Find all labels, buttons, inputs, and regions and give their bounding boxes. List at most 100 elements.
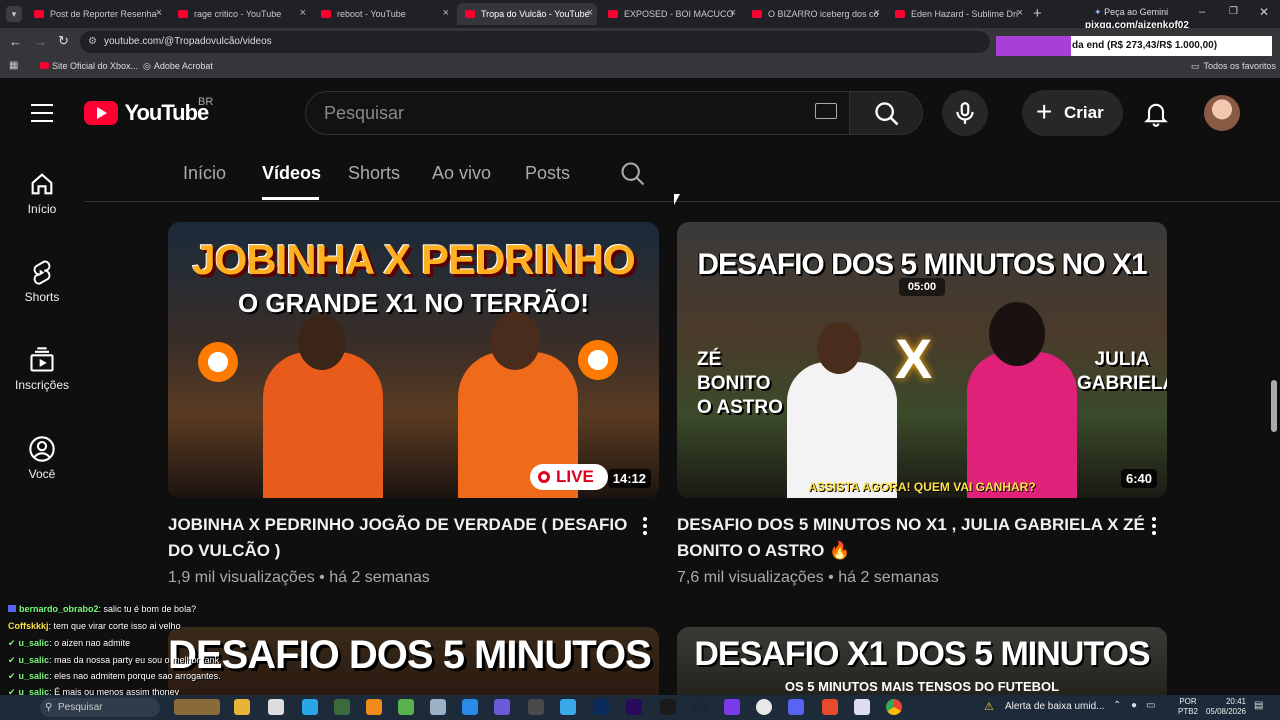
player-right-head xyxy=(490,312,540,370)
weather-alert-text[interactable]: Alerta de baixa umid... xyxy=(1005,701,1105,712)
forward-icon[interactable]: → xyxy=(34,34,47,49)
chat-check-icon: ✔ xyxy=(8,671,16,681)
sidenav-item-you[interactable]: Você xyxy=(0,435,84,481)
premiere-icon[interactable] xyxy=(626,699,642,715)
search-button[interactable] xyxy=(849,91,923,135)
app-icon[interactable] xyxy=(724,699,740,715)
minimize-icon[interactable]: – xyxy=(1199,6,1205,18)
tab-close-icon[interactable]: × xyxy=(300,7,306,19)
tab-posts[interactable]: Posts xyxy=(525,163,570,184)
notification-center-icon[interactable]: ▤ xyxy=(1254,700,1263,711)
clock[interactable]: 20:41 05/08/2026 xyxy=(1200,697,1246,717)
widget-icon[interactable] xyxy=(174,699,220,715)
app-icon[interactable] xyxy=(660,699,676,715)
all-bookmarks[interactable]: ▭ Todos os favoritos xyxy=(1191,61,1276,72)
video-title[interactable]: DESAFIO DOS 5 MINUTOS NO X1 , JULIA GABR… xyxy=(677,512,1147,564)
app-icon[interactable] xyxy=(494,699,510,715)
tray-chevron-icon[interactable]: ⌃ xyxy=(1113,700,1121,711)
browser-tab[interactable]: reboot - YouTube × xyxy=(313,3,453,25)
app-icon[interactable] xyxy=(334,699,350,715)
bookmark-acrobat[interactable]: ◎ Adobe Acrobat xyxy=(143,61,213,72)
app-icon[interactable] xyxy=(302,699,318,715)
browser-tab[interactable]: O BIZARRO iceberg dos co × xyxy=(744,3,884,25)
tab-close-icon[interactable]: × xyxy=(156,7,162,19)
page-scrollbar[interactable] xyxy=(1271,380,1277,432)
apps-icon[interactable]: ▦ xyxy=(9,60,18,71)
browser-tab-active[interactable]: Tropa do Vulcão - YouTube × xyxy=(457,3,597,25)
site-info-icon[interactable]: ⚙ xyxy=(88,31,97,53)
keyboard-layout: PTB2 xyxy=(1178,707,1199,716)
tab-shorts[interactable]: Shorts xyxy=(348,163,400,184)
video-thumbnail[interactable]: DESAFIO X1 DOS 5 MINUTOS OS 5 MINUTOS MA… xyxy=(677,627,1167,695)
photoshop-icon[interactable] xyxy=(593,699,609,715)
app-icon[interactable] xyxy=(528,699,544,715)
donation-goal-text: da end (R$ 273,43/R$ 1.000,00) xyxy=(1072,40,1218,51)
tab-videos[interactable]: Vídeos xyxy=(262,163,321,184)
globe-icon: ◎ xyxy=(143,61,151,71)
chat-username: u_salic xyxy=(18,671,50,681)
bookmark-xbox[interactable]: Site Oficial do Xbox... xyxy=(40,61,138,71)
video-thumbnail[interactable]: DESAFIO DOS 5 MINUTOS NO X1 05:00 ZÉ BON… xyxy=(677,222,1167,498)
tab-live[interactable]: Ao vivo xyxy=(432,163,491,184)
subscriptions-icon xyxy=(30,347,54,372)
browser-tab[interactable]: Eden Hazard - Sublime Dri × xyxy=(887,3,1027,25)
app-icon[interactable] xyxy=(430,699,446,715)
app-icon[interactable] xyxy=(756,699,772,715)
chrome-icon[interactable] xyxy=(886,699,902,715)
reload-icon[interactable]: ↻ xyxy=(58,33,69,49)
app-icon[interactable] xyxy=(822,699,838,715)
app-icon[interactable] xyxy=(560,699,576,715)
youtube-logo[interactable]: YouTube xyxy=(84,101,209,125)
tab-close-icon[interactable]: × xyxy=(730,7,736,19)
app-icon[interactable] xyxy=(366,699,382,715)
tab-label: Tropa do Vulcão - YouTube xyxy=(481,9,590,19)
browser-tab[interactable]: EXPOSED - BOI MACUCO × xyxy=(600,3,740,25)
thumbnail-left-name: ZÉ BONITO O ASTRO xyxy=(697,349,783,418)
video-thumbnail[interactable]: JOBINHA X PEDRINHO O GRANDE X1 NO TERRÃO… xyxy=(168,222,659,498)
browser-tab[interactable]: Post de Reporter Resenha × xyxy=(26,3,166,25)
app-icon[interactable] xyxy=(398,699,414,715)
channel-search-icon[interactable] xyxy=(619,160,647,188)
discord-icon[interactable] xyxy=(788,699,804,715)
player-right-figure xyxy=(967,352,1077,498)
search-input[interactable]: Pesquisar xyxy=(305,91,850,135)
app-icon[interactable] xyxy=(268,699,284,715)
sidenav-item-shorts[interactable]: Shorts xyxy=(0,258,84,304)
file-explorer-icon[interactable] xyxy=(234,699,250,715)
tab-close-icon[interactable]: × xyxy=(443,7,449,19)
back-icon[interactable]: ← xyxy=(9,34,22,49)
taskbar-search[interactable]: ⚲ Pesquisar xyxy=(40,698,160,717)
tray-microphone-icon[interactable]: ● xyxy=(1131,700,1137,711)
gemini-button[interactable]: ✦ Peça ao Gemini xyxy=(1094,7,1168,18)
tab-close-icon[interactable]: × xyxy=(1017,7,1023,19)
url-field[interactable]: ⚙ youtube.com/@Tropadovulcão/videos xyxy=(80,31,990,53)
notifications-bell-icon[interactable] xyxy=(1142,99,1170,127)
app-icon[interactable] xyxy=(462,699,478,715)
voice-search-button[interactable] xyxy=(942,90,988,136)
video-more-icon[interactable] xyxy=(643,516,649,536)
tab-search-button[interactable]: ▾ xyxy=(6,6,22,22)
chat-text: : mas da nossa party eu sou o melhor tan… xyxy=(49,655,220,665)
create-button[interactable]: + Criar xyxy=(1022,90,1123,136)
tab-close-icon[interactable]: × xyxy=(874,7,880,19)
close-window-icon[interactable]: ✕ xyxy=(1259,5,1269,19)
browser-tab[interactable]: rage critico - YouTube × xyxy=(170,3,310,25)
sidenav-item-home[interactable]: Início xyxy=(0,170,84,216)
new-tab-icon[interactable]: + xyxy=(1033,5,1042,22)
avatar[interactable] xyxy=(1204,95,1240,131)
chat-message: ✔ u_salic: mas da nossa party eu sou o me… xyxy=(8,655,219,666)
video-thumbnail[interactable]: DESAFIO DOS 5 MINUTOS NO X1! xyxy=(168,627,659,695)
sidenav-item-subscriptions[interactable]: Inscrições xyxy=(0,346,84,392)
video-more-icon[interactable] xyxy=(1152,516,1158,536)
tray-display-icon[interactable]: ▭ xyxy=(1146,700,1155,711)
keyboard-language[interactable]: POR PTB2 xyxy=(1178,697,1198,717)
thumbnail-headline: DESAFIO DOS 5 MINUTOS NO X1! xyxy=(168,633,659,677)
steam-icon[interactable] xyxy=(692,699,708,715)
video-title[interactable]: JOBINHA X PEDRINHO JOGÃO DE VERDADE ( DE… xyxy=(168,512,638,564)
tab-close-icon[interactable]: × xyxy=(587,7,593,19)
notepad-icon[interactable] xyxy=(854,699,870,715)
keyboard-icon[interactable] xyxy=(815,103,837,119)
menu-icon[interactable] xyxy=(31,103,53,122)
restore-icon[interactable]: ❐ xyxy=(1229,6,1238,17)
tab-home[interactable]: Início xyxy=(183,163,226,184)
